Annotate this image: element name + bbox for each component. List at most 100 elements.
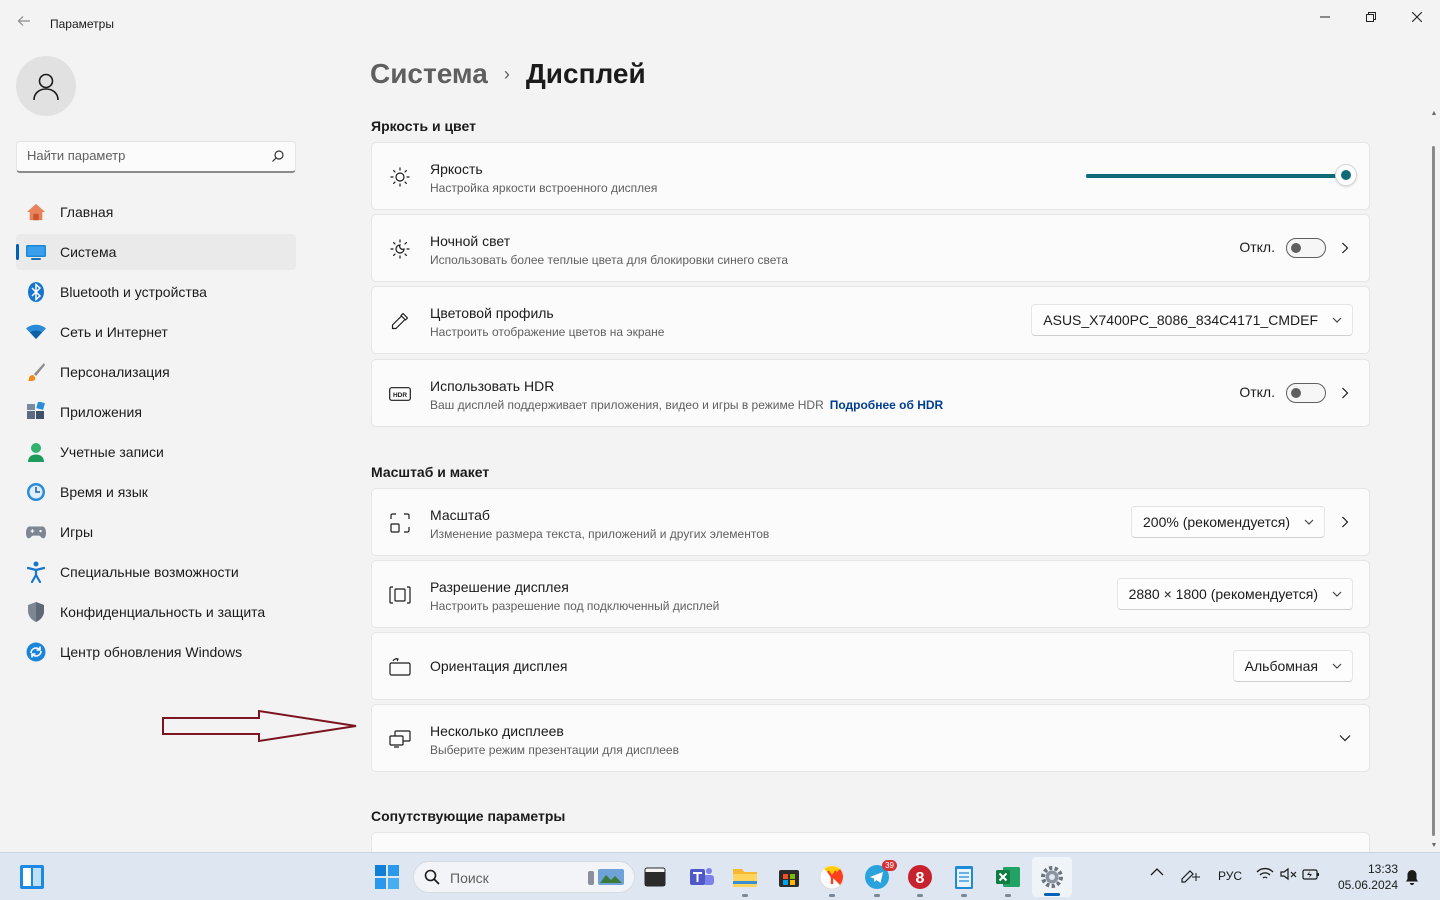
- pen-menu-icon[interactable]: [1178, 863, 1202, 887]
- sidebar-item-system[interactable]: Система: [16, 234, 296, 270]
- taskbar-app-telegram[interactable]: 39: [863, 860, 897, 897]
- scrollbar[interactable]: ▲ ▼: [1428, 110, 1440, 850]
- brush-icon: [26, 362, 46, 382]
- scroll-up-arrow-icon[interactable]: ▲: [1430, 110, 1438, 118]
- user-icon: [33, 73, 59, 101]
- sidebar-item-label: Bluetooth и устройства: [60, 284, 207, 300]
- taskbar-app-file-explorer[interactable]: [731, 863, 759, 897]
- telegram-badge: 39: [882, 860, 897, 871]
- sidebar-item-label: Приложения: [60, 404, 142, 420]
- close-button[interactable]: [1394, 6, 1440, 28]
- sidebar-item-label: Главная: [60, 204, 114, 220]
- brightness-slider-fill: [1086, 174, 1346, 178]
- dropdown-value: 2880 × 1800 (рекомендуется): [1128, 586, 1318, 602]
- title-bar: Параметры: [0, 0, 1440, 48]
- restore-button[interactable]: [1348, 6, 1394, 28]
- night-light-card[interactable]: Ночной свет Использовать более теплые цв…: [371, 214, 1370, 282]
- taskbar-app-notepad[interactable]: [950, 863, 978, 897]
- hdr-card[interactable]: HDR Использовать HDR Ваш дисплей поддерж…: [371, 359, 1370, 427]
- taskbar-search[interactable]: Поиск: [413, 861, 635, 893]
- settings-search-box[interactable]: [16, 141, 296, 173]
- dropdown-value: ASUS_X7400PC_8086_834C4171_CMDEF: [1043, 312, 1318, 328]
- sidebar-item-accounts[interactable]: Учетные записи: [16, 434, 296, 470]
- dropdown-value: 200% (рекомендуется): [1143, 514, 1290, 530]
- sidebar-item-network[interactable]: Сеть и Интернет: [16, 314, 296, 350]
- chevron-right-icon[interactable]: [1337, 514, 1353, 530]
- sidebar-item-home[interactable]: Главная: [16, 194, 296, 230]
- hdr-learn-more-link[interactable]: Подробнее об HDR: [830, 398, 944, 412]
- sidebar-item-label: Игры: [60, 524, 94, 540]
- minimize-button[interactable]: [1302, 6, 1348, 28]
- sidebar-item-time-language[interactable]: Время и язык: [16, 474, 296, 510]
- input-language-indicator[interactable]: РУС: [1218, 869, 1242, 883]
- sidebar-item-label: Специальные возможности: [60, 564, 239, 580]
- taskbar-app-excel[interactable]: [994, 863, 1022, 897]
- brightness-desc: Настройка яркости встроенного дисплея: [430, 181, 658, 195]
- taskbar-clock[interactable]: 13:33 05.06.2024: [1336, 861, 1398, 893]
- color-profile-title: Цветовой профиль: [430, 305, 554, 321]
- network-volume-battery-group[interactable]: [1256, 867, 1320, 881]
- multiple-displays-card[interactable]: Несколько дисплеев Выберите режим презен…: [371, 704, 1370, 772]
- start-button[interactable]: [375, 865, 399, 894]
- brightness-card: Яркость Настройка яркости встроенного ди…: [371, 142, 1370, 210]
- orientation-title: Ориентация дисплея: [430, 658, 568, 674]
- chevron-down-icon[interactable]: [1337, 730, 1353, 746]
- brightness-slider-thumb[interactable]: [1335, 164, 1357, 186]
- taskbar-search-placeholder: Поиск: [450, 870, 489, 886]
- taskbar-app-settings[interactable]: [1032, 857, 1072, 897]
- show-hidden-icons-button[interactable]: [1150, 867, 1164, 876]
- brightness-slider[interactable]: [1086, 164, 1357, 186]
- scroll-thumb[interactable]: [1432, 146, 1435, 836]
- page-title: Дисплей: [525, 58, 646, 89]
- search-icon: [424, 869, 440, 890]
- sidebar-item-gaming[interactable]: Игры: [16, 514, 296, 550]
- breadcrumb-parent[interactable]: Система: [370, 58, 488, 90]
- color-profile-desc: Настроить отображение цветов на экране: [430, 325, 665, 339]
- search-highlight-icon: [586, 867, 626, 887]
- scale-title: Масштаб: [430, 507, 490, 523]
- taskbar-app-store[interactable]: [775, 863, 803, 891]
- search-icon[interactable]: [271, 149, 285, 168]
- annotation-arrow: [160, 706, 360, 749]
- sidebar-item-privacy[interactable]: Конфиденциальность и защита: [16, 594, 296, 630]
- hdr-toggle[interactable]: [1286, 383, 1326, 403]
- back-arrow-icon[interactable]: [14, 14, 34, 34]
- scale-dropdown[interactable]: 200% (рекомендуется): [1131, 506, 1325, 538]
- wifi-tray-icon: [1256, 867, 1274, 879]
- search-input[interactable]: [27, 148, 267, 163]
- sidebar-item-accessibility[interactable]: Специальные возможности: [16, 554, 296, 590]
- avatar[interactable]: [16, 56, 76, 116]
- sidebar-item-label: Учетные записи: [60, 444, 164, 460]
- sidebar-item-personalization[interactable]: Персонализация: [16, 354, 296, 390]
- sidebar-item-apps[interactable]: Приложения: [16, 394, 296, 430]
- taskbar-app-yandex-browser[interactable]: [818, 863, 846, 897]
- scale-card[interactable]: Масштаб Изменение размера текста, прилож…: [371, 488, 1370, 556]
- night-light-toggle[interactable]: [1286, 238, 1326, 258]
- accessibility-icon: [26, 561, 46, 583]
- multiple-displays-title: Несколько дисплеев: [430, 723, 564, 739]
- color-profile-dropdown[interactable]: ASUS_X7400PC_8086_834C4171_CMDEF: [1031, 304, 1353, 336]
- widgets-icon[interactable]: [18, 863, 46, 891]
- scale-icon: [389, 512, 411, 534]
- orientation-dropdown[interactable]: Альбомная: [1232, 650, 1353, 682]
- orientation-card: Ориентация дисплея Альбомная: [371, 632, 1370, 700]
- night-light-icon: [389, 238, 411, 260]
- resolution-dropdown[interactable]: 2880 × 1800 (рекомендуется): [1116, 578, 1353, 610]
- scroll-down-arrow-icon[interactable]: ▼: [1430, 842, 1438, 850]
- sidebar-item-bluetooth[interactable]: Bluetooth и устройства: [16, 274, 296, 310]
- chevron-right-icon[interactable]: [1337, 240, 1353, 256]
- taskbar-app-terminal[interactable]: [641, 863, 669, 891]
- scale-desc: Изменение размера текста, приложений и д…: [430, 527, 770, 541]
- update-icon: [26, 642, 46, 662]
- taskbar: Поиск 39 8 РУС 13:33 05.06.2024: [0, 852, 1440, 900]
- multiple-displays-desc: Выберите режим презентации для дисплеев: [430, 743, 679, 757]
- resolution-title: Разрешение дисплея: [430, 579, 569, 595]
- chevron-right-icon[interactable]: [1337, 385, 1353, 401]
- night-light-state: Откл.: [1239, 239, 1275, 255]
- sidebar-item-windows-update[interactable]: Центр обновления Windows: [16, 634, 296, 670]
- notification-bell-icon[interactable]: [1405, 869, 1419, 885]
- taskbar-app-music[interactable]: 8: [906, 863, 934, 897]
- gamepad-icon: [26, 522, 46, 542]
- taskbar-app-teams[interactable]: [688, 863, 716, 891]
- account-icon: [26, 442, 46, 462]
